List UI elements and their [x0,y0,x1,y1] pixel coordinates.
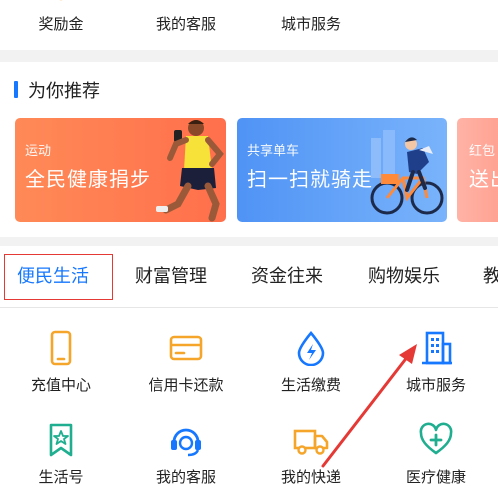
recommend-section: 为你推荐 运动 全民健康捐步 共享单车 扫一扫就骑走 红包 送 [0,62,498,237]
tab-education[interactable]: 教 [483,262,498,288]
tab-shopping-entertainment[interactable]: 购物娱乐 [368,262,440,288]
services-section: 便民生活 财富管理 资金往来 购物娱乐 教 充值中心 信用卡还款 生活缴费 城市… [0,246,498,502]
bookmark-star-icon [49,423,73,457]
banner-tag: 运动 [25,144,52,159]
coin-icon [59,0,63,1]
banner-headline: 送出 [469,167,498,191]
banner-red-packet[interactable]: 红包 送出 [457,118,498,222]
tab-divider [0,307,498,308]
banner-health-steps[interactable]: 运动 全民健康捐步 [15,118,226,222]
service-label: 医疗健康 [405,468,466,486]
credit-card-icon [169,335,203,361]
water-drop-bolt-icon [297,331,325,366]
service-label: 生活号 [38,468,84,486]
tab-wealth-management[interactable]: 财富管理 [135,262,207,288]
city-building-icon [422,331,452,365]
tab-fund-transfer[interactable]: 资金往来 [251,262,323,288]
section-title-accent [14,81,18,98]
headset-icon [175,0,197,6]
banner-tag: 红包 [469,144,496,159]
banner-shared-bike[interactable]: 共享单车 扫一扫就骑走 [237,118,447,222]
phone-icon [50,330,72,366]
section-title: 为你推荐 [28,81,100,102]
top-service-row: 奖励金 我的客服 城市服务 [0,0,498,50]
service-label: 我的快递 [280,468,341,486]
service-label: 信用卡还款 [148,376,224,394]
cyclist-illustration [370,130,444,215]
annotation-highlight-box [4,254,113,300]
headset-icon [171,428,201,457]
top-item-label: 我的客服 [155,15,216,33]
medical-cross-icon [419,422,453,455]
top-item-label: 城市服务 [280,15,341,33]
banner-tag: 共享单车 [247,144,300,159]
banner-headline: 扫一扫就骑走 [247,167,373,191]
banner-headline: 全民健康捐步 [25,167,151,191]
service-label: 充值中心 [30,376,91,394]
delivery-truck-icon [293,429,329,455]
service-label: 生活缴费 [280,376,341,394]
top-item-label: 奖励金 [38,15,84,33]
runner-illustration [156,120,224,222]
service-label: 城市服务 [405,376,466,394]
service-label: 我的客服 [155,468,216,486]
city-building-icon [300,0,322,6]
